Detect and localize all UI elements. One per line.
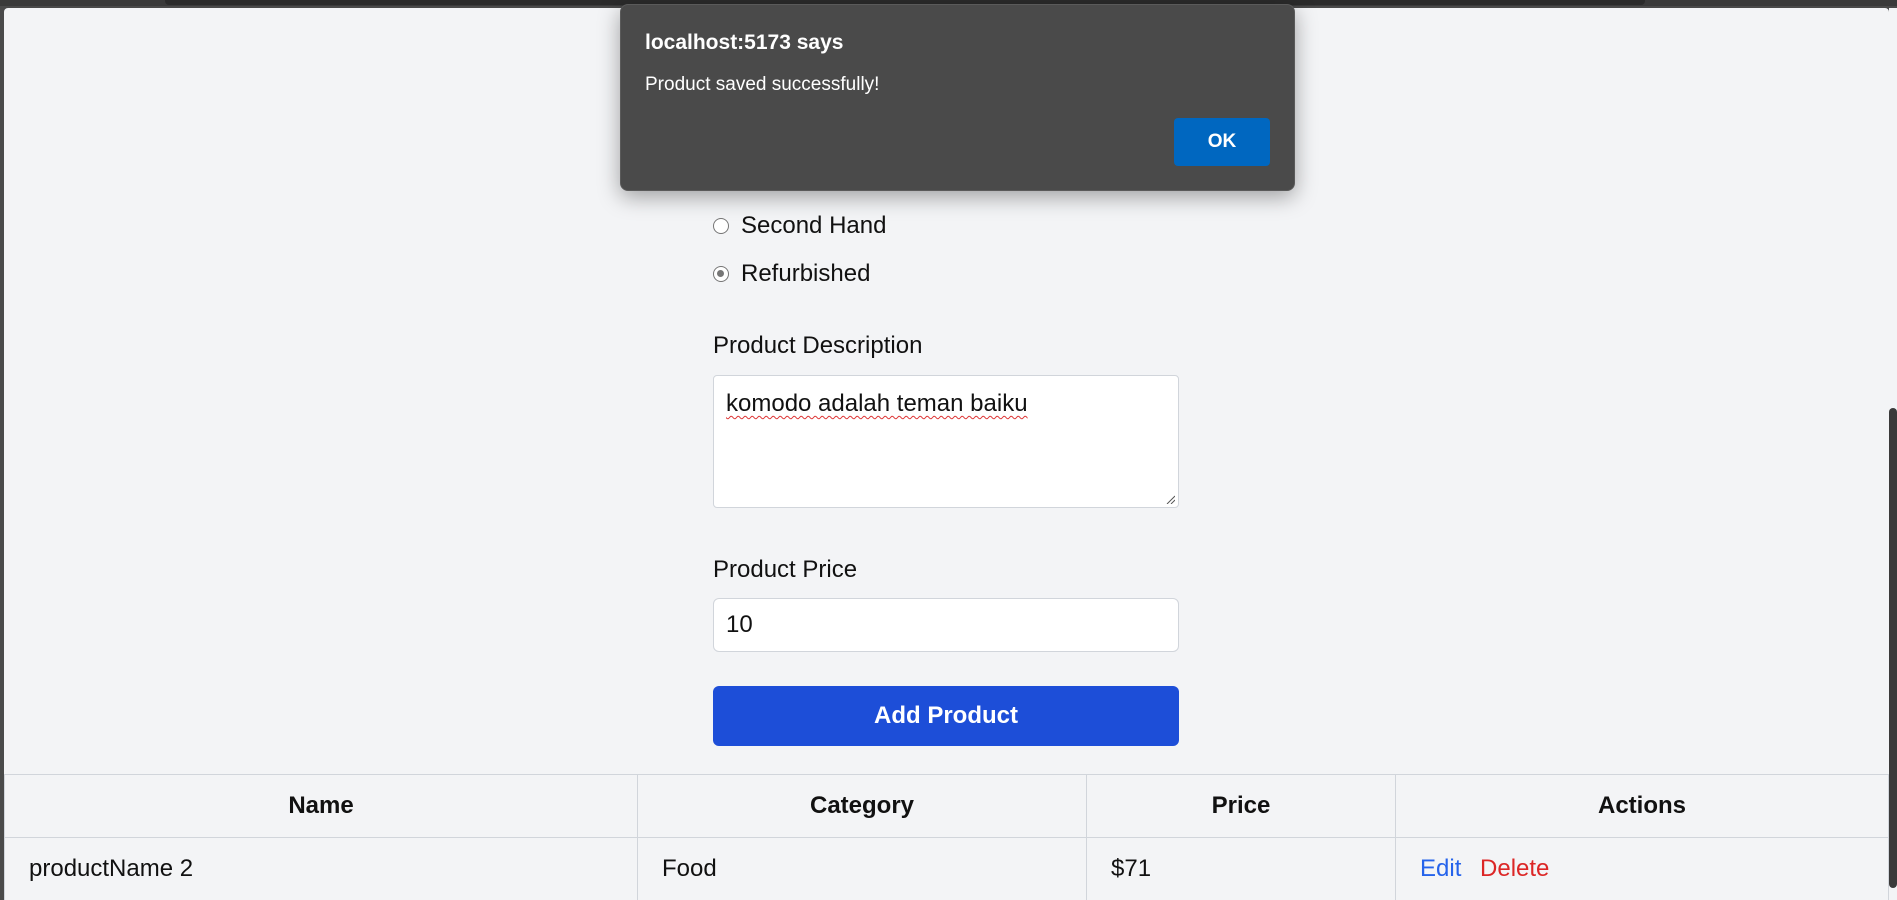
header-name: Name <box>4 774 638 838</box>
description-textarea[interactable]: komodo adalah teman baiku <box>713 375 1179 508</box>
products-table: Name Category Price Actions productName … <box>4 774 1889 900</box>
scrollbar-thumb[interactable] <box>1889 408 1897 888</box>
delete-link[interactable]: Delete <box>1480 855 1549 882</box>
add-product-button[interactable]: Add Product <box>713 686 1179 746</box>
header-actions: Actions <box>1395 774 1889 838</box>
header-category: Category <box>637 774 1087 838</box>
alert-dialog: localhost:5173 says Product saved succes… <box>620 4 1295 191</box>
radio-option-second-hand[interactable]: Second Hand <box>713 212 886 240</box>
description-value: komodo adalah teman baiku <box>726 390 1028 417</box>
cell-category: Food <box>637 837 1087 900</box>
table-row: productName 2 Food $71 Edit Delete <box>4 837 1889 900</box>
radio-button[interactable] <box>713 218 729 234</box>
table-header-row: Name Category Price Actions <box>4 774 1889 838</box>
dialog-title: localhost:5173 says <box>645 31 844 54</box>
radio-option-refurbished[interactable]: Refurbished <box>713 260 870 288</box>
radio-button-checked[interactable] <box>713 266 729 282</box>
price-input[interactable]: 10 <box>713 598 1179 652</box>
cell-price: $71 <box>1086 837 1396 900</box>
page-scrollbar[interactable] <box>1889 8 1897 900</box>
dialog-message: Product saved successfully! <box>645 74 880 95</box>
radio-label-refurbished: Refurbished <box>741 260 871 287</box>
price-label: Product Price <box>713 556 858 583</box>
cell-name: productName 2 <box>4 837 638 900</box>
header-price: Price <box>1086 774 1396 838</box>
cell-actions: Edit Delete <box>1395 837 1889 900</box>
edit-link[interactable]: Edit <box>1420 855 1461 882</box>
radio-label-second-hand: Second Hand <box>741 212 887 239</box>
dialog-ok-button[interactable]: OK <box>1174 118 1270 166</box>
description-label: Product Description <box>713 332 923 359</box>
resize-handle-icon[interactable] <box>1165 494 1175 504</box>
